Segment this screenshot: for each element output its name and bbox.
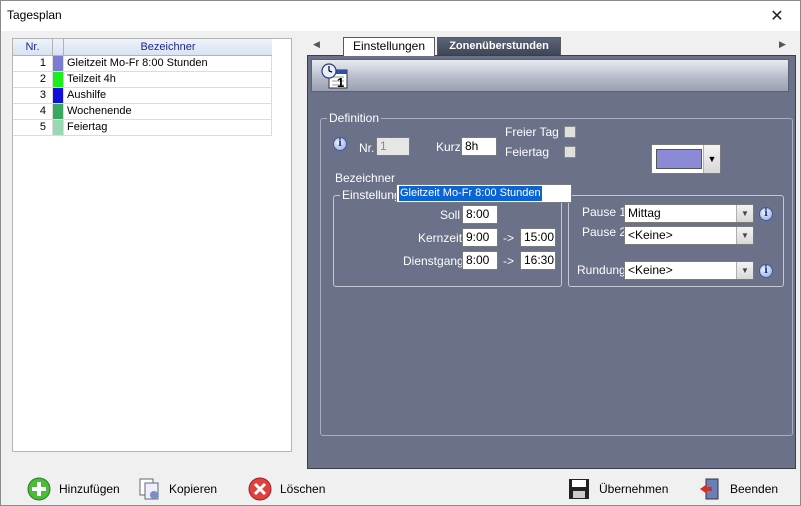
- row-nr: 2: [13, 72, 53, 87]
- bezeichner-value: Gleitzeit Mo-Fr 8:00 Stunden: [399, 186, 542, 201]
- info-icon[interactable]: i: [333, 137, 347, 151]
- color-swatch: [656, 149, 702, 169]
- definition-title: Definition: [327, 111, 382, 125]
- info-icon[interactable]: i: [759, 264, 773, 278]
- grid-header: Nr. Bezeichner: [13, 39, 272, 56]
- einstellungen-group: Einstellungen Soll 8:00 Kernzeit 9:00 ->…: [333, 188, 562, 287]
- freier-tag-label: Freier Tag: [505, 125, 559, 139]
- row-color-swatch: [53, 72, 64, 87]
- table-row[interactable]: 2 Teilzeit 4h: [13, 72, 272, 88]
- kernzeit-label: Kernzeit: [418, 231, 463, 245]
- exit-door-icon: [698, 477, 722, 501]
- chevron-down-icon[interactable]: ▼: [736, 262, 753, 279]
- row-nr: 5: [13, 120, 53, 135]
- chevron-down-icon[interactable]: ▼: [736, 205, 753, 222]
- title-bar: Tagesplan ✕: [1, 1, 800, 31]
- tab-content: 1 Definition i Nr. 1 Kurz 8h Freier Tag …: [307, 55, 796, 469]
- nr-label: Nr.: [359, 141, 375, 155]
- header-band: 1: [311, 59, 789, 92]
- pause1-select[interactable]: Mittag ▼: [624, 204, 754, 223]
- pause2-label: Pause 2: [582, 225, 627, 239]
- feiertag-label: Feiertag: [505, 145, 550, 159]
- delete-label: Löschen: [280, 482, 326, 496]
- delete-icon: [248, 477, 272, 501]
- column-header-name[interactable]: Bezeichner: [64, 39, 272, 55]
- dienstgang-to-field[interactable]: 16:30: [520, 251, 556, 270]
- bottom-toolbar: Hinzufügen Kopieren Löschen Übernehmen B…: [1, 471, 800, 506]
- row-color-swatch: [53, 104, 64, 119]
- soll-field[interactable]: 8:00: [462, 205, 498, 224]
- rundung-value: <Keine>: [628, 263, 673, 277]
- row-color-swatch: [53, 120, 64, 135]
- pause2-value: <Keine>: [628, 228, 673, 242]
- info-icon[interactable]: i: [759, 207, 773, 221]
- chevron-down-icon[interactable]: ▼: [736, 227, 753, 244]
- dienstgang-arrow: ->: [503, 254, 515, 268]
- pause2-select[interactable]: <Keine> ▼: [624, 226, 754, 245]
- tab-strip: ◀ Einstellungen Zonenüberstunden ▶: [307, 37, 796, 56]
- pausen-group: Pause 1 Mittag ▼ i Pause 2 <Keine> ▼ Run…: [568, 195, 784, 287]
- column-header-color: [53, 39, 64, 55]
- row-nr: 4: [13, 104, 53, 119]
- svg-text:1: 1: [337, 75, 344, 90]
- feiertag-checkbox[interactable]: [564, 146, 576, 158]
- definition-group: Definition i Nr. 1 Kurz 8h Freier Tag Fe…: [320, 111, 793, 436]
- copy-button[interactable]: Kopieren: [137, 477, 217, 501]
- rundung-select[interactable]: <Keine> ▼: [624, 261, 754, 280]
- kernzeit-from-field[interactable]: 9:00: [462, 228, 498, 247]
- delete-button[interactable]: Löschen: [248, 477, 325, 501]
- plan-grid: Nr. Bezeichner 1 Gleitzeit Mo-Fr 8:00 St…: [13, 39, 272, 136]
- clock-calendar-icon: 1: [320, 62, 350, 90]
- row-name: Wochenende: [64, 104, 272, 119]
- tab-zonenueberstunden[interactable]: Zonenüberstunden: [437, 37, 561, 55]
- apply-button[interactable]: Übernehmen: [567, 477, 668, 501]
- pause1-value: Mittag: [628, 206, 661, 220]
- row-nr: 3: [13, 88, 53, 103]
- bezeichner-field[interactable]: Gleitzeit Mo-Fr 8:00 Stunden: [396, 184, 572, 203]
- pause1-label: Pause 1: [582, 205, 627, 219]
- table-row[interactable]: 5 Feiertag: [13, 120, 272, 136]
- dienstgang-label: Dienstgang: [403, 254, 464, 268]
- row-name: Feiertag: [64, 120, 272, 135]
- floppy-disk-icon: [567, 477, 591, 501]
- bezeichner-label: Bezeichner: [335, 171, 396, 185]
- nr-field: 1: [376, 137, 410, 156]
- add-label: Hinzufügen: [59, 482, 120, 496]
- dialog-window: Tagesplan ✕ Nr. Bezeichner 1 Gleitzeit M…: [0, 0, 801, 506]
- kurz-field[interactable]: 8h: [461, 137, 497, 156]
- tab-scroll-right-icon[interactable]: ▶: [779, 39, 786, 50]
- plan-list-panel: Nr. Bezeichner 1 Gleitzeit Mo-Fr 8:00 St…: [12, 38, 292, 452]
- row-color-swatch: [53, 88, 64, 103]
- rundung-label: Rundung: [577, 263, 626, 277]
- window-title: Tagesplan: [7, 8, 62, 22]
- tab-scroll-left-icon[interactable]: ◀: [313, 39, 320, 50]
- tab-einstellungen[interactable]: Einstellungen: [343, 37, 435, 56]
- kernzeit-to-field[interactable]: 15:00: [520, 228, 556, 247]
- soll-label: Soll: [440, 208, 461, 222]
- row-nr: 1: [13, 56, 53, 71]
- column-header-nr[interactable]: Nr.: [13, 39, 53, 55]
- kurz-label: Kurz: [436, 140, 461, 154]
- row-color-swatch: [53, 56, 64, 71]
- freier-tag-checkbox[interactable]: [564, 126, 576, 138]
- table-row[interactable]: 1 Gleitzeit Mo-Fr 8:00 Stunden: [13, 56, 272, 72]
- row-name: Gleitzeit Mo-Fr 8:00 Stunden: [64, 56, 272, 71]
- chevron-down-icon[interactable]: ▼: [703, 145, 720, 173]
- apply-label: Übernehmen: [599, 482, 669, 496]
- close-icon[interactable]: ✕: [754, 1, 800, 31]
- copy-icon: [137, 477, 161, 501]
- exit-button[interactable]: Beenden: [698, 477, 778, 501]
- row-name: Aushilfe: [64, 88, 272, 103]
- row-name: Teilzeit 4h: [64, 72, 272, 87]
- kernzeit-arrow: ->: [503, 231, 515, 245]
- table-row[interactable]: 3 Aushilfe: [13, 88, 272, 104]
- dienstgang-from-field[interactable]: 8:00: [462, 251, 498, 270]
- copy-label: Kopieren: [169, 482, 218, 496]
- exit-label: Beenden: [730, 482, 779, 496]
- detail-area: ◀ Einstellungen Zonenüberstunden ▶ 1 Def…: [307, 37, 796, 469]
- table-row[interactable]: 4 Wochenende: [13, 104, 272, 120]
- add-button[interactable]: Hinzufügen: [27, 477, 120, 501]
- color-picker[interactable]: ▼: [651, 144, 721, 174]
- plus-icon: [27, 477, 51, 501]
